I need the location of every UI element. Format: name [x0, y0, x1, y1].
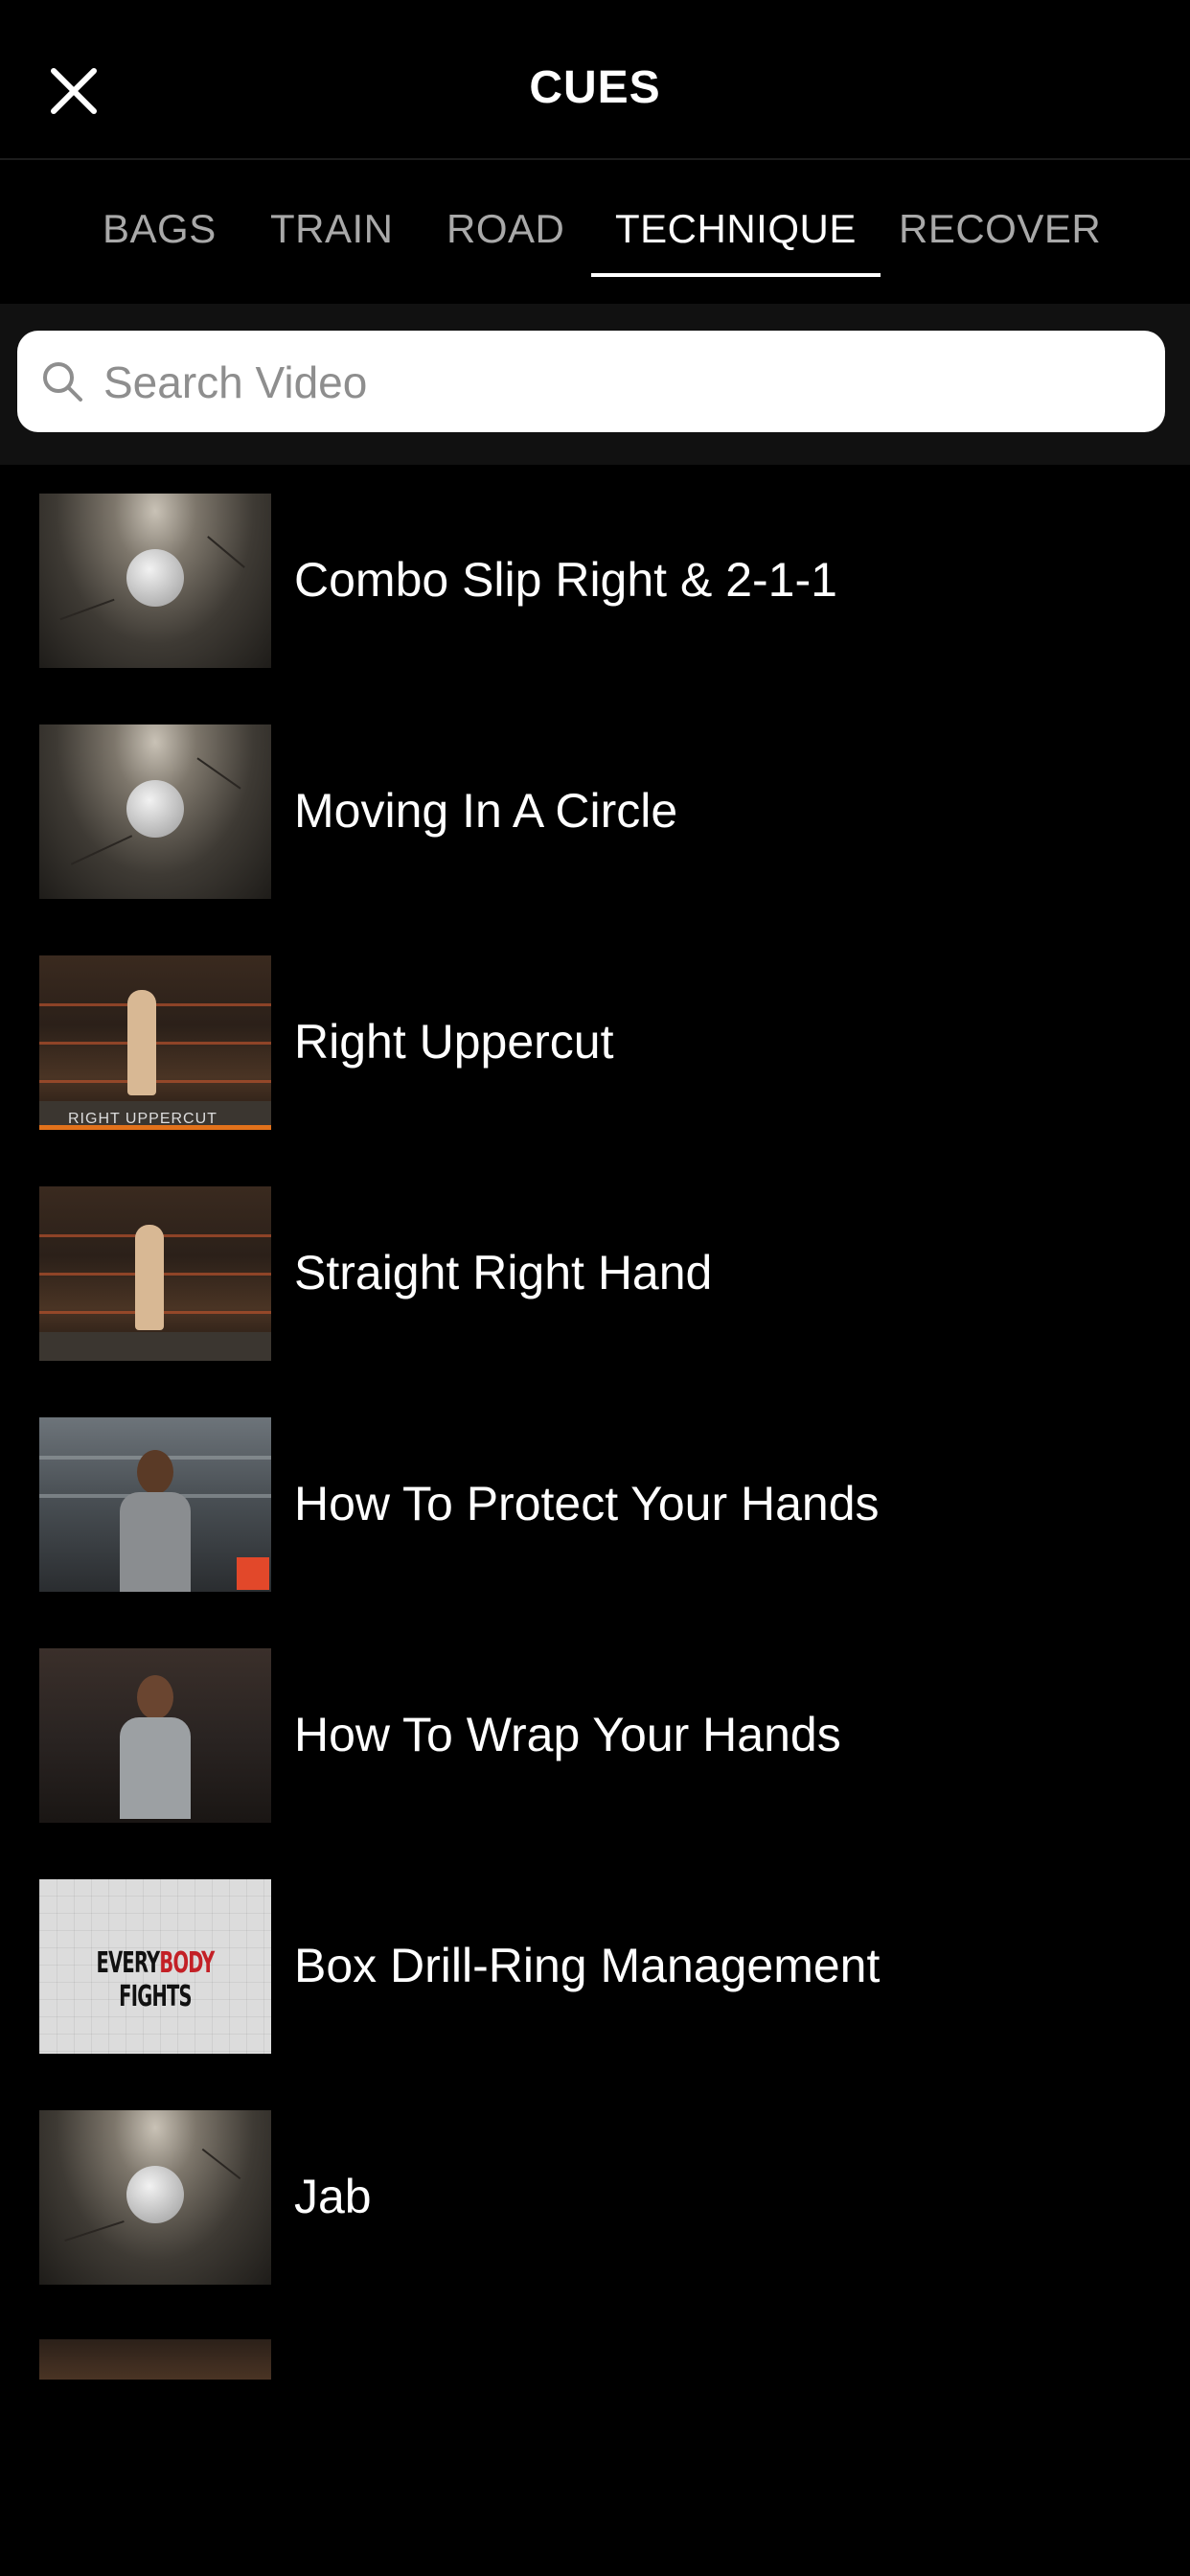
video-title: Combo Slip Right & 2-1-1 [294, 553, 837, 607]
video-title: How To Wrap Your Hands [294, 1708, 841, 1761]
club-logo-icon [126, 2166, 184, 2223]
video-title: Box Drill-Ring Management [294, 1939, 881, 1992]
video-thumbnail: RIGHT UPPERCUT [39, 955, 271, 1130]
top-bar: CUES [0, 0, 1190, 160]
video-thumbnail [39, 1186, 271, 1361]
list-item[interactable]: Combo Slip Right & 2-1-1 [0, 465, 1190, 696]
search-bar-container [0, 304, 1190, 465]
video-title: Right Uppercut [294, 1015, 614, 1069]
video-thumbnail [39, 724, 271, 899]
video-thumbnail [39, 2110, 271, 2285]
list-item[interactable]: EVERYBODY FIGHTS Box Drill-Ring Manageme… [0, 1851, 1190, 2082]
tab-road[interactable]: ROAD [446, 206, 564, 252]
video-title: How To Protect Your Hands [294, 1477, 880, 1530]
video-thumbnail-partial[interactable] [39, 2339, 271, 2380]
club-logo-icon [126, 549, 184, 607]
video-title: Straight Right Hand [294, 1246, 713, 1300]
list-item[interactable]: RIGHT UPPERCUT Right Uppercut [0, 927, 1190, 1158]
search-box[interactable] [17, 331, 1165, 434]
tab-recover[interactable]: RECOVER [899, 206, 1101, 252]
tab-train[interactable]: TRAIN [270, 206, 394, 252]
video-title: Moving In A Circle [294, 784, 678, 838]
list-item[interactable]: How To Protect Your Hands [0, 1389, 1190, 1620]
list-item[interactable]: Moving In A Circle [0, 696, 1190, 927]
club-logo-icon [126, 780, 184, 838]
video-thumbnail: EVERYBODY FIGHTS [39, 1879, 271, 2054]
everybody-fights-logo: EVERYBODY FIGHTS [96, 1946, 216, 2013]
search-input[interactable] [102, 331, 1140, 434]
video-title: Jab [294, 2170, 372, 2223]
tab-bags[interactable]: BAGS [103, 206, 217, 252]
list-item[interactable]: Straight Right Hand [0, 1158, 1190, 1389]
search-icon [43, 362, 82, 402]
tab-technique[interactable]: TECHNIQUE [615, 206, 857, 252]
video-thumbnail [39, 1417, 271, 1592]
list-item[interactable]: Jab [0, 2082, 1190, 2312]
brand-badge-icon [237, 1557, 269, 1590]
video-thumbnail [39, 1648, 271, 1823]
category-tabs: BAGS TRAIN ROAD TECHNIQUE RECOVER [0, 160, 1190, 304]
active-tab-indicator [591, 273, 881, 277]
list-item[interactable]: How To Wrap Your Hands [0, 1620, 1190, 1851]
video-thumbnail [39, 494, 271, 668]
page-title: CUES [529, 62, 661, 113]
